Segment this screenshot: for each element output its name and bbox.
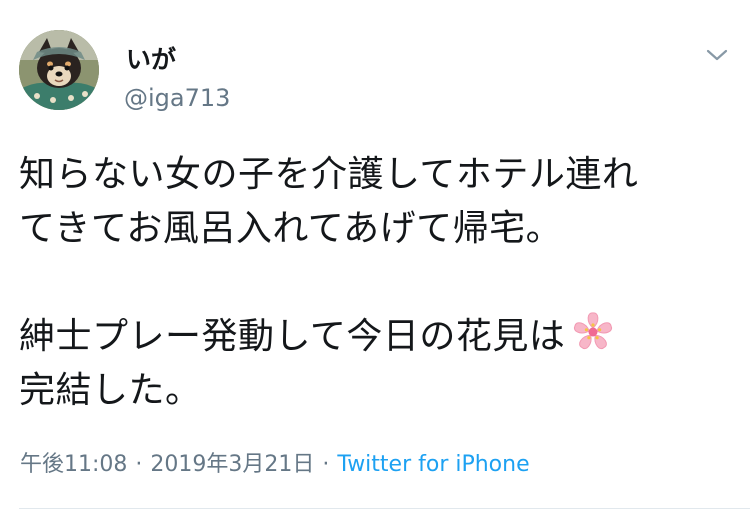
more-options-button[interactable]	[704, 46, 730, 64]
tweet-text-line: てきてお風呂入れてあげて帰宅。	[19, 208, 563, 249]
tweet-text-segment: 紳士プレー発動して今日の花見は	[19, 316, 566, 357]
chevron-down-icon	[706, 49, 728, 61]
display-name[interactable]: いが	[126, 45, 176, 75]
tweet-text-line: 紳士プレー発動して今日の花見は	[19, 310, 731, 364]
meta-separator: ·	[135, 452, 143, 477]
tweet-text: 知らない女の子を介護してホテル連れ てきてお風呂入れてあげて帰宅。 紳士プレー発…	[19, 148, 731, 418]
tweet-card: いが @iga713 知らない女の子を介護してホテル連れ てきてお風呂入れてあげ…	[0, 0, 750, 517]
divider	[19, 508, 750, 509]
tweet-metadata: 午後11:08 · 2019年3月21日 · Twitter for iPhone	[20, 451, 530, 479]
tweet-text-line: 知らない女の子を介護してホテル連れ	[19, 154, 639, 195]
meta-separator: ·	[322, 452, 330, 477]
tweet-time[interactable]: 午後11:08	[20, 452, 127, 477]
tweet-text-line: 完結した。	[19, 370, 202, 411]
avatar[interactable]	[19, 30, 99, 110]
cherry-blossom-icon	[571, 310, 615, 354]
user-handle[interactable]: @iga713	[124, 84, 230, 112]
tweet-date[interactable]: 2019年3月21日	[150, 452, 314, 477]
shiba-dog-avatar-icon	[19, 30, 99, 110]
tweet-source-link[interactable]: Twitter for iPhone	[337, 452, 529, 477]
